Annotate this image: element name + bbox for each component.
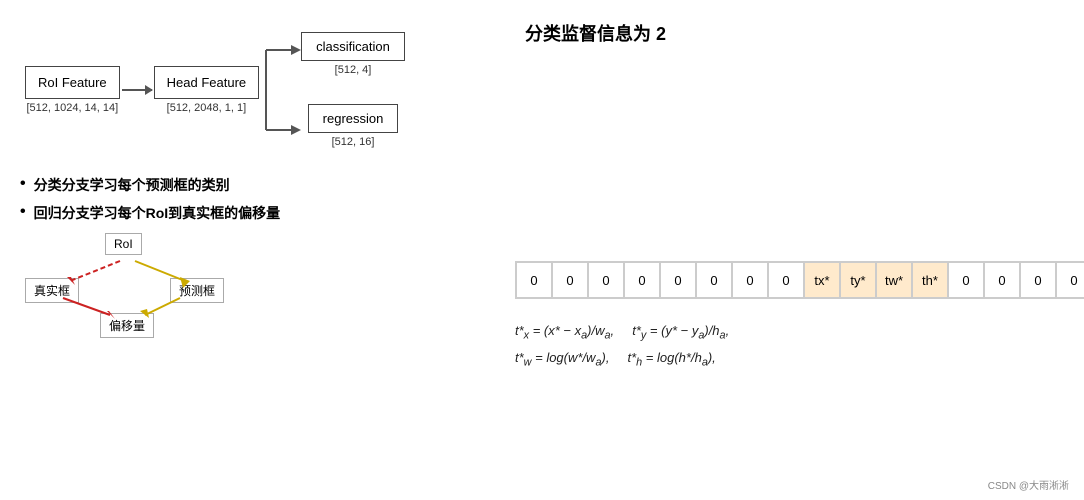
grid-cell-13: 0	[984, 262, 1020, 298]
roi-feature-label: RoI Feature	[38, 75, 107, 90]
classification-sublabel: [512, 4]	[335, 64, 372, 76]
regression-label: regression	[323, 111, 384, 126]
classification-branch: classification [512, 4]	[301, 32, 405, 76]
grid-cell-9: ty*	[840, 262, 876, 298]
main-container: RoI Feature [512, 1024, 14, 14] Head Fea…	[0, 0, 1084, 500]
formula-line1: t*x = (x* − xa)/wa, t*y = (y* − ya)/ha,	[515, 319, 1084, 346]
grid-cell-11: th*	[912, 262, 948, 298]
grid-cell-6: 0	[732, 262, 768, 298]
grid-table: 00000000tx*ty*tw*th*0000	[515, 261, 1084, 299]
grid-cell-1: 0	[552, 262, 588, 298]
bullet-text-1: 分类分支学习每个预测框的类别	[34, 175, 230, 195]
fork-svg	[261, 30, 301, 150]
bullet-text-2: 回归分支学习每个RoI到真实框的偏移量	[34, 203, 281, 223]
grid-cell-3: 0	[624, 262, 660, 298]
grid-cell-7: 0	[768, 262, 804, 298]
head-feature-box: Head Feature	[154, 66, 260, 99]
classification-label: classification	[316, 39, 390, 54]
arrow1	[122, 89, 152, 91]
formulas-section: t*x = (x* − xa)/wa, t*y = (y* − ya)/ha, …	[515, 319, 1084, 373]
roi-feature-sublabel: [512, 1024, 14, 14]	[26, 102, 118, 114]
grid-cell-12: 0	[948, 262, 984, 298]
grid-cell-0: 0	[516, 262, 552, 298]
grid-cell-8: tx*	[804, 262, 840, 298]
grid-cell-15: 0	[1056, 262, 1084, 298]
left-section: RoI Feature [512, 1024, 14, 14] Head Fea…	[15, 10, 495, 490]
grid-cell-4: 0	[660, 262, 696, 298]
bullet-item-2: • 回归分支学习每个RoI到真实框的偏移量	[20, 203, 495, 223]
roi-feature-box: RoI Feature	[25, 66, 120, 99]
bullets-section: • 分类分支学习每个预测框的类别 • 回归分支学习每个RoI到真实框的偏移量	[20, 175, 495, 223]
middle-section: 分类监督信息为 2 00000000tx*ty*tw*th*0000 t*x =…	[495, 10, 1084, 490]
supervision-label: 分类监督信息为 2	[525, 20, 1084, 46]
grid-cell-10: tw*	[876, 262, 912, 298]
regression-sublabel: [512, 16]	[332, 136, 375, 148]
attribution: CSDN @大雨淅淅	[988, 477, 1069, 492]
grid-table-wrapper: 00000000tx*ty*tw*th*0000	[505, 141, 1084, 299]
sd-lines	[25, 233, 255, 343]
bullet-dot-1: •	[20, 175, 26, 193]
grid-cell-14: 0	[1020, 262, 1056, 298]
head-feature-sublabel: [512, 2048, 1, 1]	[167, 102, 247, 114]
small-diagram: RoI 真实框 预测框 偏移量	[25, 233, 255, 343]
flow-diagram: RoI Feature [512, 1024, 14, 14] Head Fea…	[25, 30, 495, 150]
head-feature-label: Head Feature	[167, 75, 247, 90]
bullet-item-1: • 分类分支学习每个预测框的类别	[20, 175, 495, 195]
branch-boxes: classification [512, 4] regression [512,…	[301, 32, 405, 148]
regression-box: regression	[308, 104, 399, 133]
grid-cell-5: 0	[696, 262, 732, 298]
grid-cell-2: 0	[588, 262, 624, 298]
formula-line2: t*w = log(w*/wa), t*h = log(h*/ha),	[515, 346, 1084, 373]
classification-box: classification	[301, 32, 405, 61]
bullet-dot-2: •	[20, 203, 26, 221]
regression-branch: regression [512, 16]	[301, 104, 405, 148]
